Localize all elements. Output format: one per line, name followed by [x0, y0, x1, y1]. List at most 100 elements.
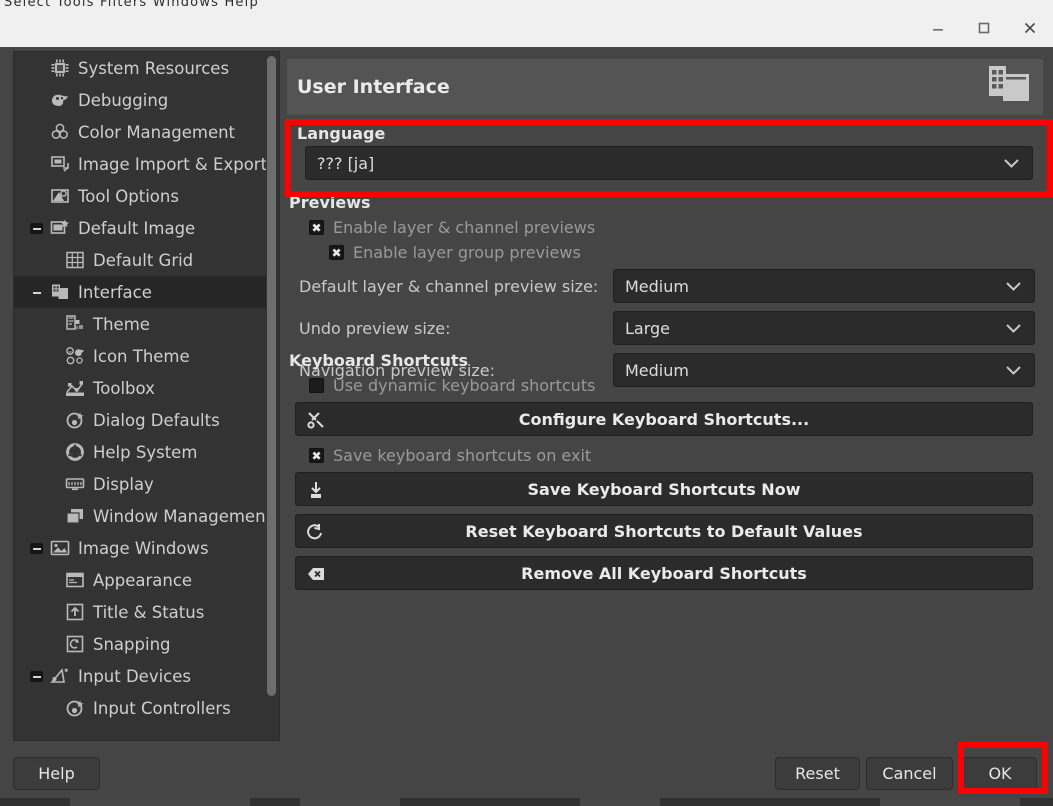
chevron-down-icon [1005, 277, 1022, 296]
maximize-icon [978, 22, 990, 34]
sidebar-item-help-system[interactable]: Help System [14, 436, 267, 468]
save-shortcuts-on-exit-label: Save keyboard shortcuts on exit [333, 446, 592, 465]
sidebar-item-label: Interface [78, 282, 152, 302]
sidebar-item-label: Default Image [78, 218, 196, 238]
enable-layer-channel-previews-row[interactable]: ✖ Enable layer & channel previews [287, 215, 1043, 240]
sidebar-item-snapping[interactable]: Snapping [14, 628, 267, 660]
grid-icon [64, 249, 86, 271]
configure-keyboard-shortcuts-button[interactable]: Configure Keyboard Shortcuts... [295, 402, 1033, 436]
previews-section-label: Previews [289, 193, 371, 212]
sidebar-item-image-import-export[interactable]: Image Import & Export [14, 148, 267, 180]
save-shortcuts-on-exit-checkbox[interactable]: ✖ [309, 448, 324, 463]
undo-preview-size-dropdown[interactable]: Large [613, 311, 1035, 345]
close-icon [1024, 22, 1036, 34]
minimize-button[interactable] [915, 9, 961, 47]
sidebar-item-image-windows[interactable]: Image Windows [14, 532, 267, 564]
use-dynamic-shortcuts-checkbox[interactable] [309, 378, 324, 393]
sidebar-item-display[interactable]: Display [14, 468, 267, 500]
keyboard-shortcuts-section-label: Keyboard Shortcuts [289, 351, 469, 370]
sidebar-scrollbar-thumb[interactable] [267, 56, 276, 696]
help-button[interactable]: Help [13, 757, 100, 790]
sidebar-item-interface[interactable]: Interface [14, 276, 267, 308]
save-shortcuts-on-exit-row[interactable]: ✖ Save keyboard shortcuts on exit [287, 443, 1043, 468]
expander-minus-icon[interactable] [30, 671, 43, 682]
sidebar-item-system-resources[interactable]: System Resources [14, 52, 267, 84]
cancel-button[interactable]: Cancel [866, 757, 953, 790]
language-section: Language ??? [ja] [297, 124, 1043, 186]
sidebar-item-icon-theme[interactable]: Icon Theme [14, 340, 267, 372]
sidebar-item-label: Display [93, 474, 154, 494]
expander-minus-icon[interactable] [30, 287, 43, 298]
enable-layer-group-previews-checkbox[interactable]: ✖ [329, 245, 344, 260]
default-image-icon [49, 217, 71, 239]
sidebar-item-label: Image Import & Export [78, 154, 268, 174]
display-icon [64, 473, 86, 495]
image-windows-icon [49, 537, 71, 559]
use-dynamic-shortcuts-row[interactable]: Use dynamic keyboard shortcuts [287, 373, 1043, 398]
use-dynamic-shortcuts-label: Use dynamic keyboard shortcuts [333, 376, 596, 395]
default-preview-size-row: Default layer & channel preview size: Me… [287, 265, 1043, 307]
default-preview-size-label: Default layer & channel preview size: [299, 276, 599, 296]
default-preview-size-value: Medium [625, 276, 689, 296]
dialog-body: System Resources Debugging Color Managemen… [0, 47, 1053, 749]
sidebar-item-label: System Resources [78, 58, 230, 78]
sidebar-item-label: Icon Theme [93, 346, 190, 366]
sidebar-item-dialog-defaults[interactable]: Dialog Defaults [14, 404, 267, 436]
pane-header: User Interface [287, 59, 1043, 115]
expander-minus-icon[interactable] [30, 223, 43, 234]
sidebar-item-tool-options[interactable]: Tool Options [14, 180, 267, 212]
language-dropdown-value: ??? [ja] [317, 153, 375, 173]
title-status-icon [64, 601, 86, 623]
save-keyboard-shortcuts-now-button[interactable]: Save Keyboard Shortcuts Now [295, 472, 1033, 506]
sidebar-item-label: Input Controllers [93, 698, 231, 718]
dialog-defaults-icon [64, 409, 86, 431]
sidebar-item-theme[interactable]: Theme [14, 308, 267, 340]
sidebar-item-input-devices[interactable]: Input Devices [14, 660, 267, 692]
preferences-dialog: System Resources Debugging Color Managemen… [0, 9, 1053, 798]
undo-preview-size-value: Large [625, 318, 671, 338]
sidebar-item-label: Appearance [93, 570, 193, 590]
tool-options-icon [49, 185, 71, 207]
remove-all-keyboard-shortcuts-button[interactable]: Remove All Keyboard Shortcuts [295, 556, 1033, 590]
sidebar-item-label: Theme [93, 314, 150, 334]
sidebar-item-toolbox[interactable]: Toolbox [14, 372, 267, 404]
sidebar-item-default-grid[interactable]: Default Grid [14, 244, 267, 276]
dialog-footer: Help Reset Cancel OK [0, 749, 1053, 798]
remove-all-keyboard-shortcuts-label: Remove All Keyboard Shortcuts [521, 563, 807, 583]
sidebar-item-window-management[interactable]: Window Management [14, 500, 272, 532]
language-dropdown[interactable]: ??? [ja] [305, 146, 1033, 180]
sidebar-item-label: Image Windows [78, 538, 209, 558]
sidebar-item-input-controllers[interactable]: Input Controllers [14, 692, 267, 724]
enable-layer-channel-previews-label: Enable layer & channel previews [333, 218, 596, 237]
save-icon [306, 480, 326, 500]
default-preview-size-dropdown[interactable]: Medium [613, 269, 1035, 303]
ok-button[interactable]: OK [963, 757, 1037, 790]
reset-button[interactable]: Reset [775, 757, 860, 790]
title-bar[interactable] [0, 9, 1053, 47]
sidebar-item-label: Tool Options [78, 186, 179, 206]
sidebar-item-label: Snapping [93, 634, 171, 654]
maximize-button[interactable] [961, 9, 1007, 47]
sidebar-item-label: Window Management [93, 506, 272, 526]
close-button[interactable] [1007, 9, 1053, 47]
sidebar-item-label: Title & Status [93, 602, 205, 622]
window-management-icon [64, 505, 86, 527]
enable-layer-channel-previews-checkbox[interactable]: ✖ [309, 220, 324, 235]
sidebar-item-title-status[interactable]: Title & Status [14, 596, 267, 628]
enable-layer-group-previews-row[interactable]: ✖ Enable layer group previews [287, 240, 1043, 265]
sidebar-item-debugging[interactable]: Debugging [14, 84, 267, 116]
import-export-icon [49, 153, 71, 175]
sidebar-item-color-management[interactable]: Color Management [14, 116, 267, 148]
page-title: User Interface [297, 76, 450, 98]
sidebar-item-default-image[interactable]: Default Image [14, 212, 267, 244]
toolbox-icon [64, 377, 86, 399]
language-section-label: Language [297, 124, 386, 143]
preferences-sidebar[interactable]: System Resources Debugging Color Managemen… [13, 51, 280, 741]
sidebar-item-appearance[interactable]: Appearance [14, 564, 267, 596]
undo-preview-size-label: Undo preview size: [299, 318, 451, 338]
delete-icon [306, 564, 326, 584]
reset-keyboard-shortcuts-button[interactable]: Reset Keyboard Shortcuts to Default Valu… [295, 514, 1033, 548]
expander-minus-icon[interactable] [30, 543, 43, 554]
chevron-down-icon [1005, 319, 1022, 338]
sidebar-scrollbar[interactable] [266, 52, 277, 740]
